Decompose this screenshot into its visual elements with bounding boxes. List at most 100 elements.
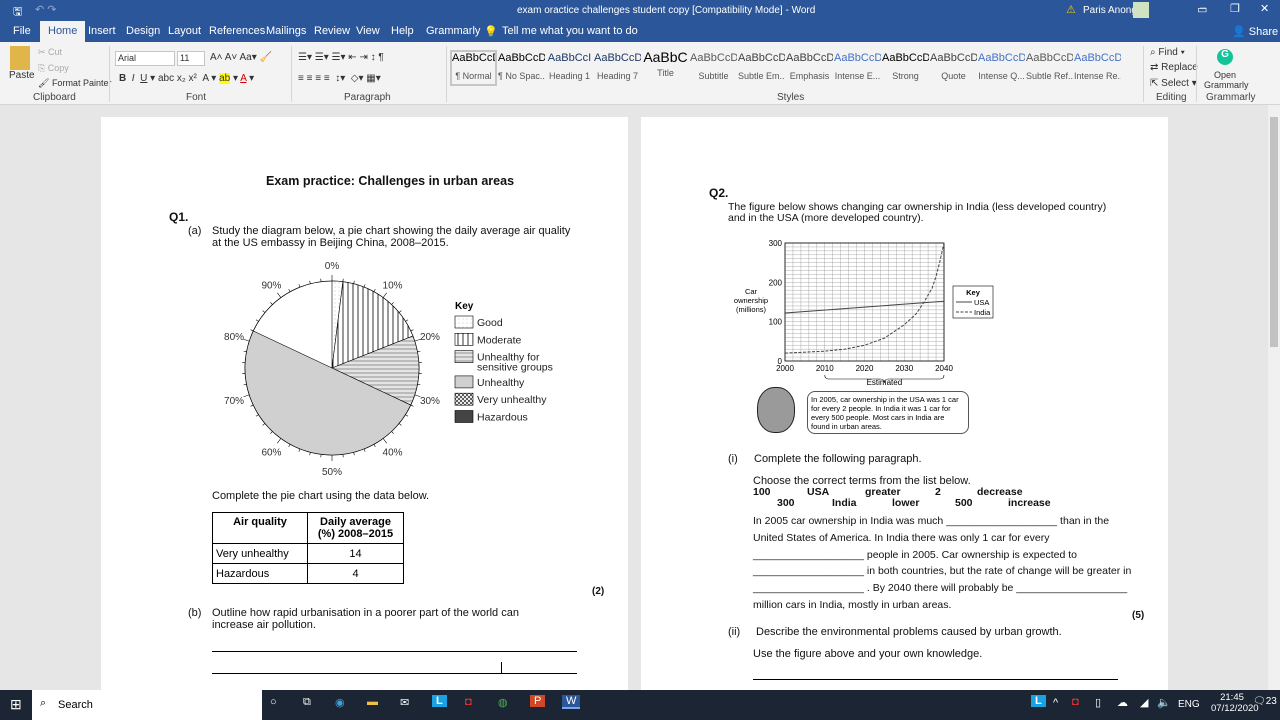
grammarly-icon[interactable]: G	[1217, 49, 1233, 65]
pie-tick	[405, 319, 409, 322]
document-page-1[interactable]: Exam practice: Challenges in urban areas…	[101, 117, 628, 690]
cut-button[interactable]: ✂ Cut	[38, 47, 62, 58]
pie-tick	[417, 350, 421, 352]
pie-tick-label: 80%	[224, 332, 244, 343]
replace-button[interactable]: ⇄ Replace	[1150, 62, 1198, 73]
format-buttons[interactable]: B I U ▾ abc x₂ x² A ▾ ab ▾ A ▾	[119, 73, 254, 84]
tab-grammarly[interactable]: Grammarly	[426, 25, 480, 37]
y-axis-label: ownership	[734, 296, 768, 305]
copy-button[interactable]: ⎘ Copy	[38, 63, 69, 74]
save-icon[interactable]: 🖫	[13, 3, 22, 22]
file-explorer-icon[interactable]: ▬	[367, 696, 378, 708]
paste-icon[interactable]	[10, 46, 30, 70]
x-tick-label: 2020	[856, 364, 874, 373]
select-button[interactable]: ⇱ Select ▾	[1150, 78, 1197, 89]
chrome-icon[interactable]: ◍	[498, 696, 508, 709]
vertical-scrollbar[interactable]	[1268, 105, 1280, 690]
y-tick-label: 300	[769, 239, 783, 248]
volume-icon[interactable]: 🔈	[1157, 696, 1171, 709]
open-grammarly-button[interactable]: Open Grammarly	[1204, 70, 1249, 90]
y-axis-label: Car	[745, 287, 758, 296]
font-size-select[interactable]: 11	[177, 51, 205, 66]
style-5[interactable]: AaBbCcD Subtitle	[690, 52, 737, 81]
text-cursor	[501, 662, 502, 674]
tell-me-box[interactable]: Tell me what you want to do	[502, 25, 638, 37]
windows-start-icon[interactable]: ⊞	[10, 696, 22, 713]
face-illustration	[757, 387, 795, 433]
mail-icon[interactable]: ✉	[400, 696, 409, 709]
document-page-2[interactable]: Q2. The figure below shows changing car …	[641, 117, 1168, 690]
pie-tick	[250, 329, 254, 332]
tray-device-icon[interactable]: ▯	[1095, 696, 1101, 709]
pie-tick	[410, 329, 414, 332]
task-view-icon[interactable]: ⧉	[303, 696, 311, 709]
answer-line[interactable]	[212, 673, 577, 674]
paste-button[interactable]: Paste	[9, 70, 35, 81]
tray-mcafee-icon[interactable]: ◘	[1072, 696, 1079, 708]
alignment-buttons[interactable]: ≡ ≡ ≡ ≡ ↕▾ ◇▾ ▦▾	[298, 73, 381, 84]
ribbon-tabs: File Home Insert Design Layout Reference…	[0, 21, 1280, 42]
pie-tick	[262, 423, 266, 426]
notifications-icon[interactable]: 🗨23	[1253, 696, 1277, 707]
style-2[interactable]: AaBbCcI Heading 1	[546, 52, 593, 81]
mcafee-icon[interactable]: ◘	[465, 696, 472, 708]
window-title: exam oractice challenges student copy [C…	[517, 5, 816, 16]
style-10[interactable]: AaBbCcDcQuote	[930, 52, 977, 81]
share-button[interactable]: 👤 Share	[1232, 25, 1278, 38]
answer-line[interactable]	[753, 679, 1118, 680]
pie-tick	[398, 310, 402, 313]
style-9[interactable]: AaBbCcDcStrong	[882, 52, 929, 81]
pie-tick	[363, 448, 366, 452]
restore-button[interactable]: ❐	[1230, 2, 1240, 15]
list-buttons[interactable]: ☰▾ ☰▾ ☰▾ ⇤ ⇥ ↕ ¶	[298, 52, 384, 63]
tab-help[interactable]: Help	[391, 25, 414, 37]
tab-mailings[interactable]: Mailings	[266, 25, 306, 37]
onedrive-icon[interactable]: ☁	[1117, 696, 1128, 709]
language-indicator[interactable]: ENG	[1178, 699, 1200, 710]
powerpoint-icon[interactable]: P	[530, 695, 546, 707]
edge-icon[interactable]: ◉	[335, 696, 345, 709]
tray-chevron-icon[interactable]: ^	[1053, 697, 1058, 709]
l-app-icon[interactable]: L	[432, 695, 447, 707]
undo-icon[interactable]: ↶ ↷	[35, 3, 57, 16]
style-3[interactable]: AaBbCcD Heading 7	[594, 52, 641, 81]
tab-view[interactable]: View	[356, 25, 380, 37]
style-7[interactable]: AaBbCcDcEmphasis	[786, 52, 833, 81]
tab-insert[interactable]: Insert	[88, 25, 116, 37]
style-11[interactable]: AaBbCcDcIntense Q...	[978, 52, 1025, 81]
style-4[interactable]: AaBbC Title	[642, 49, 689, 78]
tray-l-icon[interactable]: L	[1031, 695, 1046, 707]
pie-tick-label: 90%	[261, 281, 281, 292]
fill-in-paragraph[interactable]: In 2005 car ownership in India was much …	[753, 513, 1131, 614]
tab-review[interactable]: Review	[314, 25, 350, 37]
close-button[interactable]: ✕	[1260, 2, 1269, 15]
word-icon[interactable]: W	[562, 695, 581, 709]
font-name-select[interactable]: Arial	[115, 51, 175, 66]
clipboard-group-label: Clipboard	[33, 92, 76, 103]
tab-home[interactable]: Home	[40, 21, 86, 42]
y-tick-label: 200	[769, 278, 783, 287]
style-6[interactable]: AaBbCcDcSubtle Em...	[738, 52, 785, 81]
clock[interactable]: 21:45 07/12/2020	[1211, 692, 1259, 714]
tab-design[interactable]: Design	[126, 25, 160, 37]
avatar[interactable]	[1133, 2, 1149, 18]
style-1[interactable]: AaBbCcDc¶ No Spac...	[498, 52, 545, 81]
tab-file[interactable]: File	[13, 25, 31, 37]
style-13[interactable]: AaBbCcDcIntense Re...	[1074, 52, 1121, 81]
taskbar-search-box[interactable]: ⌕ Search	[32, 690, 262, 720]
format-painter-button[interactable]: 🖌 Format Painter	[38, 78, 111, 89]
tab-references[interactable]: References	[209, 25, 265, 37]
wifi-icon[interactable]: ◢	[1140, 696, 1148, 709]
style-12[interactable]: AaBbCcDcSubtle Ref...	[1026, 52, 1073, 81]
warning-icon: ⚠	[1066, 4, 1076, 16]
find-button[interactable]: ⌕ Find ▾	[1150, 47, 1185, 58]
cortana-icon[interactable]: ○	[270, 696, 277, 708]
style-8[interactable]: AaBbCcDcIntense E...	[834, 52, 881, 81]
answer-line[interactable]	[212, 651, 577, 652]
tab-layout[interactable]: Layout	[168, 25, 201, 37]
style-0[interactable]: AaBbCcDc¶ Normal	[450, 50, 497, 86]
font-size-buttons[interactable]: A˄ A˅ Aa▾ 🧹	[210, 52, 272, 63]
car-ownership-chart: 2000 2010 2020 2030 20400100200300Carownersh…	[734, 239, 994, 387]
pie-tick-label: 50%	[322, 467, 342, 477]
user-name[interactable]: Paris Anong	[1083, 5, 1137, 16]
